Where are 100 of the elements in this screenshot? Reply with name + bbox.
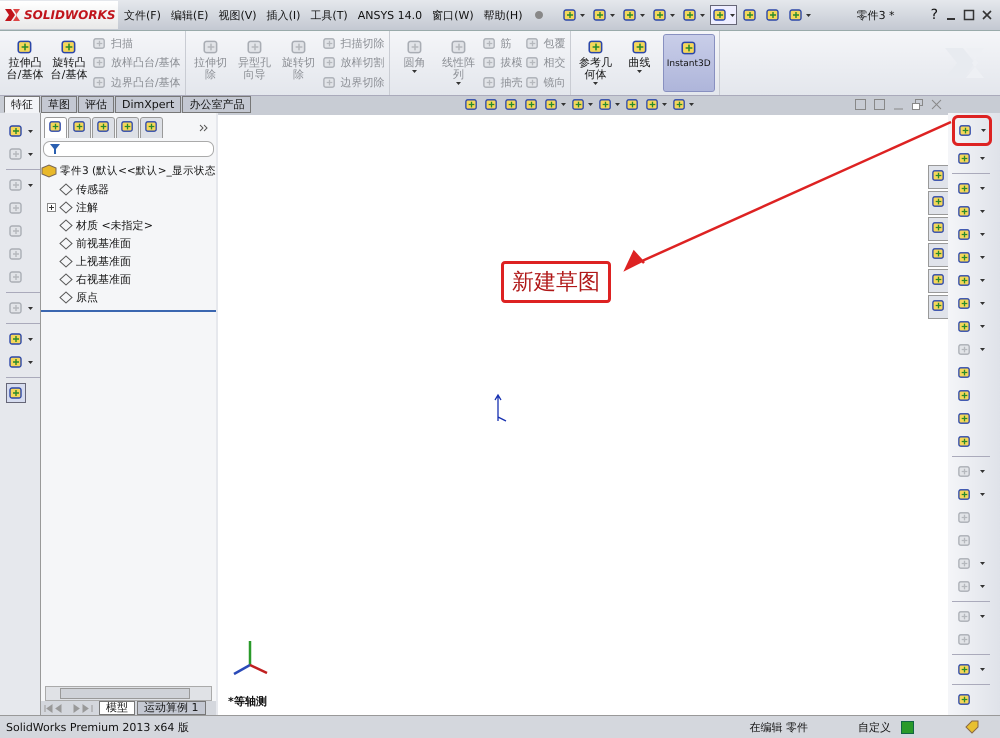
tool-icon	[625, 97, 640, 112]
caret-icon	[980, 493, 985, 496]
menu-item[interactable]: 编辑(E)	[170, 8, 208, 22]
menu-item[interactable]: ANSYS 14.0	[358, 8, 422, 22]
tree-item[interactable]: 前视基准面	[76, 236, 131, 250]
maximize-icon[interactable]	[962, 8, 976, 22]
view-toolbar-button[interactable]	[672, 97, 694, 112]
caret-icon	[981, 129, 986, 132]
tool-icon	[482, 55, 497, 70]
panel-tab[interactable]	[68, 117, 91, 138]
tool-icon	[742, 7, 758, 23]
tree-item[interactable]: 零件3 (默认<<默认>_显示状态	[60, 164, 216, 178]
graphics-area[interactable]: *等轴测 新建草图	[218, 113, 948, 715]
tool-icon	[504, 97, 519, 112]
help-button[interactable]: ?	[930, 7, 938, 23]
tree-item[interactable]: 材质 <未指定>	[76, 218, 153, 232]
horizontal-scrollbar[interactable]	[45, 686, 212, 701]
tree-item[interactable]: 上视基准面	[76, 254, 131, 268]
tool-icon	[524, 55, 540, 70]
panel-tab[interactable]	[116, 117, 139, 138]
view-toolbar-button[interactable]	[484, 97, 499, 112]
task-pane-tab[interactable]	[928, 243, 948, 267]
tree-item[interactable]: 传感器	[76, 182, 109, 196]
task-pane-tab[interactable]	[928, 295, 948, 319]
command-tab[interactable]: 办公室产品	[182, 96, 252, 113]
tool-icon	[290, 38, 308, 56]
tool-icon	[482, 36, 497, 52]
panel-tab[interactable]	[92, 117, 115, 138]
sketch-toolbar-button[interactable]	[952, 115, 992, 146]
tool-icon	[8, 146, 24, 162]
view-toolbar-button[interactable]	[645, 97, 667, 112]
view-toolbar-button[interactable]	[524, 97, 539, 112]
tag-icon[interactable]	[964, 720, 980, 734]
view-toolbar-button[interactable]	[504, 97, 519, 112]
menu-item[interactable]: 文件(F)	[124, 8, 161, 22]
expand-icon[interactable]	[198, 122, 209, 132]
caret-icon	[670, 14, 676, 16]
app-logo: SOLIDWORKS	[0, 1, 118, 29]
menu-item[interactable]: 帮助(H)	[484, 8, 522, 22]
task-pane-tab[interactable]	[928, 217, 948, 241]
restore-icon[interactable]	[912, 99, 923, 110]
task-pane-tab[interactable]	[928, 165, 948, 189]
model-tab[interactable]: 模型	[99, 701, 135, 715]
expand-icon[interactable]	[47, 202, 56, 212]
model-tab[interactable]: 运动算例 1	[137, 701, 206, 715]
tree-item[interactable]: 原点	[76, 290, 98, 304]
task-pane-tab[interactable]	[928, 269, 948, 293]
caret-icon	[980, 668, 985, 671]
toolbar-button[interactable]	[6, 383, 26, 403]
units-dropdown[interactable]: 自定义	[858, 720, 891, 734]
status-text: 在编辑 零件	[750, 720, 808, 734]
view-toolbar-button[interactable]	[571, 97, 593, 112]
tool-icon	[8, 246, 24, 262]
tree-item[interactable]: 注解	[76, 200, 98, 214]
feature-icon	[59, 236, 73, 250]
view-toolbar-button[interactable]	[598, 97, 620, 112]
tool-icon	[571, 97, 586, 112]
tool-icon	[592, 7, 608, 23]
command-tab[interactable]: 特征	[4, 96, 40, 113]
panel-tab[interactable]	[44, 117, 67, 138]
caret-icon	[588, 103, 593, 106]
menu-item[interactable]: 工具(T)	[310, 8, 348, 22]
tool-icon	[957, 181, 972, 196]
feature-icon	[59, 272, 73, 286]
tool-icon	[72, 119, 87, 134]
ribbon-button[interactable]: 曲线	[618, 34, 661, 92]
tool-icon	[957, 464, 972, 479]
toolbar-button[interactable]	[710, 5, 738, 25]
view-toolbar-button[interactable]	[625, 97, 640, 112]
help-icon[interactable]	[901, 720, 914, 734]
command-tab[interactable]: 草图	[41, 96, 77, 113]
task-pane-tab[interactable]	[928, 191, 948, 215]
command-tab[interactable]: 评估	[78, 96, 114, 113]
menu-item[interactable]: 视图(V)	[218, 8, 257, 22]
ribbon-button[interactable]: 拉伸凸 台/基体	[4, 34, 46, 92]
command-tab[interactable]: DimXpert	[115, 96, 182, 113]
tool-icon	[464, 97, 479, 112]
tool-icon	[586, 38, 605, 56]
tool-icon	[958, 123, 973, 138]
tool-icon	[931, 246, 946, 261]
tool-icon	[524, 36, 540, 52]
tool-icon	[957, 579, 972, 594]
tool-icon	[957, 487, 972, 502]
panel-tab[interactable]	[140, 117, 163, 138]
ribbon-button[interactable]: 参考几 何体	[574, 34, 617, 92]
tool-icon	[957, 273, 972, 288]
tool-icon	[957, 388, 972, 403]
filter-field[interactable]	[43, 141, 214, 157]
caret-icon	[980, 256, 985, 259]
close-icon[interactable]	[980, 8, 994, 22]
tool-icon	[598, 97, 613, 112]
view-toolbar-button[interactable]	[464, 97, 479, 112]
tool-icon	[92, 55, 107, 70]
tree-item[interactable]: 右视基准面	[76, 272, 131, 286]
view-toolbar-button[interactable]	[544, 97, 566, 112]
tool-icon	[322, 55, 337, 70]
ribbon-button[interactable]: Instant3D	[662, 34, 715, 92]
menu-item[interactable]: 插入(I)	[266, 8, 300, 22]
menu-item[interactable]: 窗口(W)	[432, 8, 474, 22]
ribbon-button[interactable]: 旋转凸 台/基体	[48, 34, 90, 92]
